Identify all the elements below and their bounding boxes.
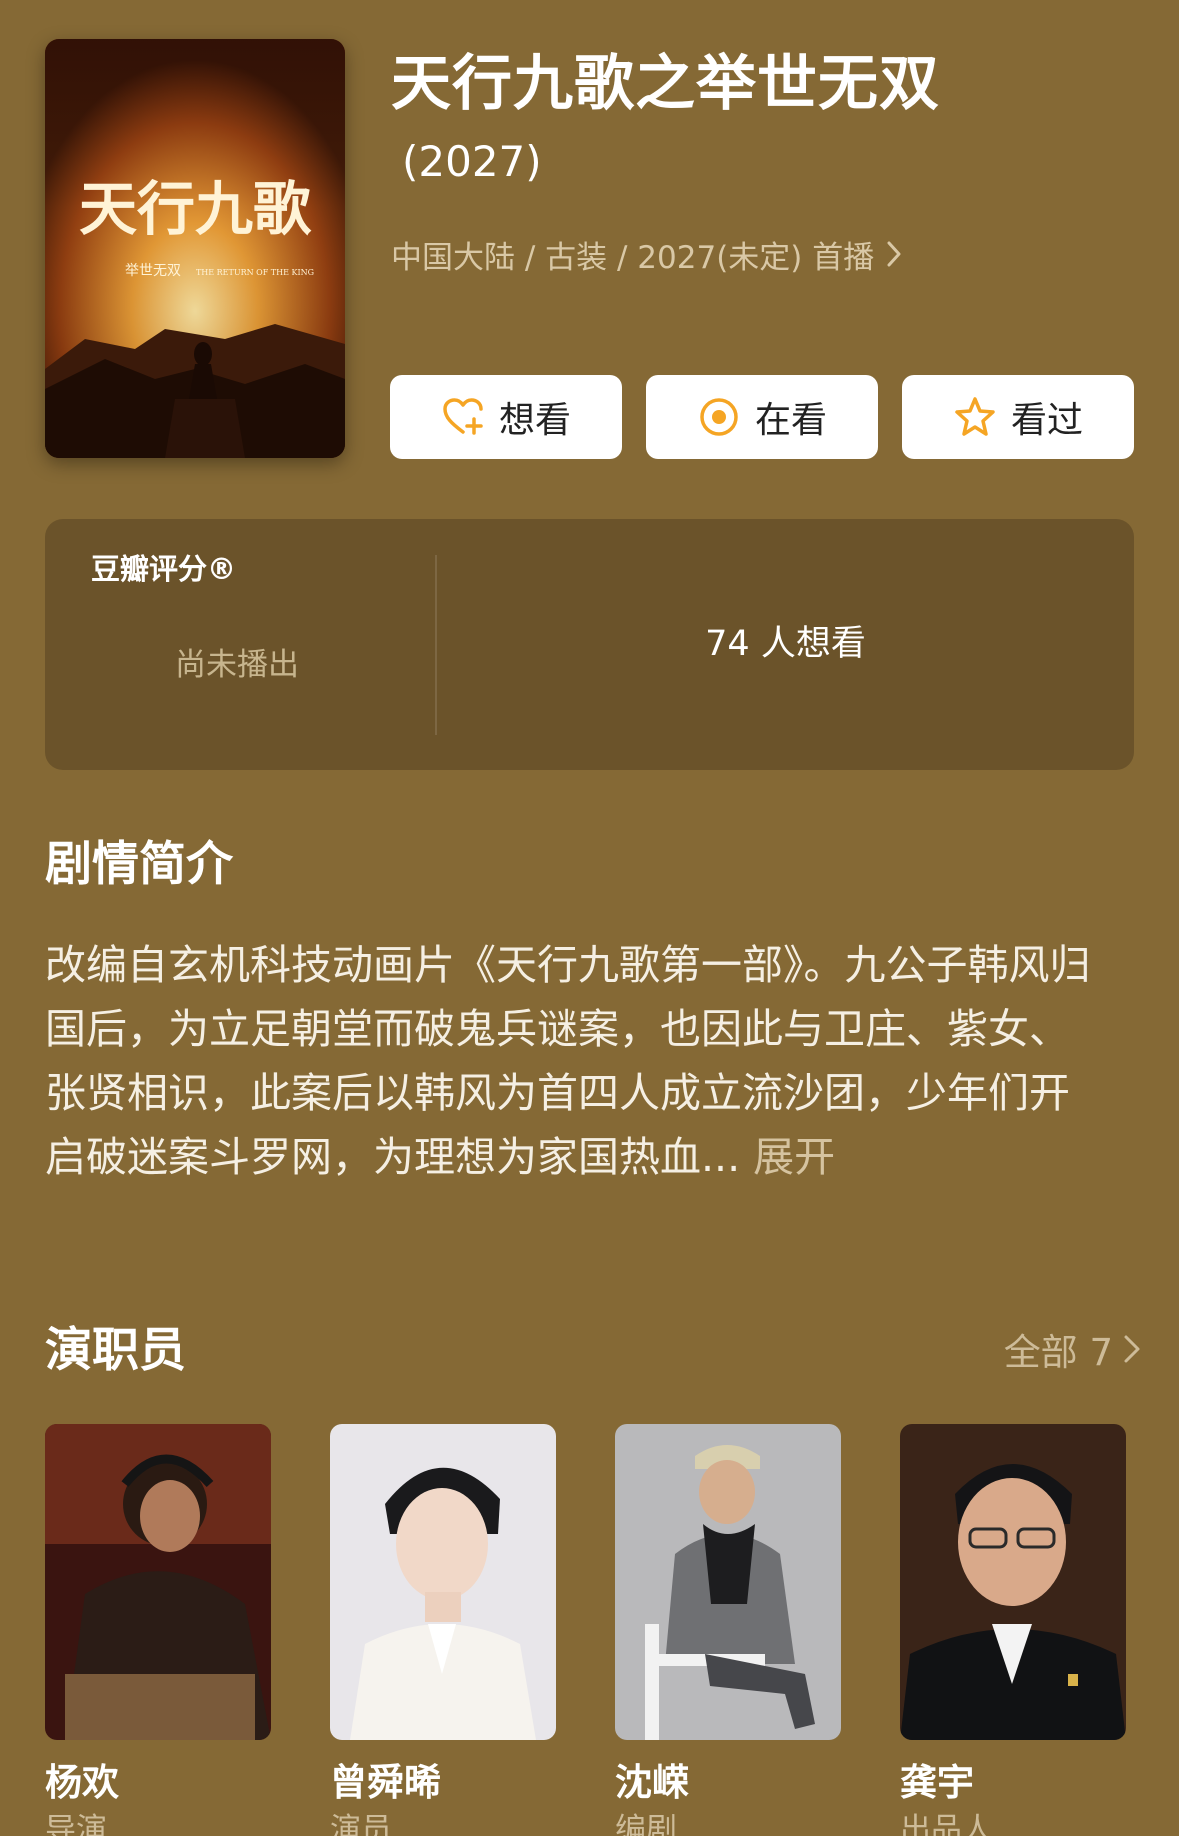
cast-role: 导演 <box>45 1812 107 1836</box>
show-meta-text: 中国大陆 / 古装 / 2027(未定) 首播 <box>391 240 875 276</box>
cast-card[interactable]: 杨欢 导演 <box>45 1424 271 1836</box>
cast-card[interactable]: 沈嵘 编剧 <box>615 1424 841 1836</box>
cast-photo <box>900 1424 1126 1740</box>
want-button[interactable]: 想看 <box>390 375 622 459</box>
synopsis-text: 改编自玄机科技动画片《天行九歌第一部》。九公子韩风归国后，为立足朝堂而破鬼兵谜案… <box>45 941 1091 1181</box>
cast-name: 沈嵘 <box>615 1761 689 1804</box>
chevron-right-icon <box>886 236 902 280</box>
show-poster[interactable]: 天行九歌 举世无双 THE RETURN OF THE KING <box>45 39 345 458</box>
cast-heading: 演职员 <box>45 1323 186 1378</box>
release-year: (2027) <box>402 137 542 186</box>
cast-role: 编剧 <box>615 1812 677 1836</box>
cast-card[interactable]: 曾舜晞 演员 <box>330 1424 556 1836</box>
svg-text:天行九歌: 天行九歌 <box>79 175 312 243</box>
cast-role: 出品人 <box>900 1812 993 1836</box>
cast-photo <box>615 1424 841 1740</box>
page-title: 天行九歌之举世无双 <box>391 49 940 119</box>
cast-name: 龚宇 <box>900 1761 974 1804</box>
svg-text:THE RETURN OF THE KING: THE RETURN OF THE KING <box>196 268 314 277</box>
all-cast-label: 全部 7 <box>1003 1331 1113 1374</box>
want-label: 想看 <box>498 400 571 441</box>
watched-button[interactable]: 看过 <box>902 375 1134 459</box>
watched-label: 看过 <box>1010 400 1083 441</box>
rating-card[interactable]: 豆瓣评分® 尚未播出 74 人想看 <box>45 519 1134 770</box>
synopsis-heading: 剧情简介 <box>45 837 233 892</box>
watching-label: 在看 <box>754 400 827 441</box>
cast-card[interactable]: 龚宇 出品人 <box>900 1424 1126 1836</box>
poster-image: 天行九歌 举世无双 THE RETURN OF THE KING <box>45 39 345 458</box>
cast-photo <box>45 1424 271 1740</box>
watching-button[interactable]: 在看 <box>646 375 878 459</box>
svg-text:举世无双: 举世无双 <box>125 263 181 279</box>
cast-name: 杨欢 <box>45 1761 119 1804</box>
rating-label: 豆瓣评分® <box>91 552 237 586</box>
all-cast-link[interactable]: 全部 7 <box>1004 1327 1141 1379</box>
chevron-right-icon <box>1123 1327 1141 1379</box>
target-dot-icon <box>697 395 741 439</box>
cast-photo <box>330 1424 556 1740</box>
show-meta-link[interactable]: 中国大陆 / 古装 / 2027(未定) 首播 <box>391 236 902 280</box>
cast-role: 演员 <box>330 1812 392 1836</box>
rating-status: 尚未播出 <box>175 647 299 683</box>
cast-name: 曾舜晞 <box>330 1761 441 1804</box>
want-count: 74 人想看 <box>705 624 866 664</box>
heart-plus-icon <box>441 395 485 439</box>
expand-link[interactable]: 展开 <box>753 1133 835 1181</box>
star-outline-icon <box>953 395 997 439</box>
synopsis-body[interactable]: 改编自玄机科技动画片《天行九歌第一部》。九公子韩风归国后，为立足朝堂而破鬼兵谜案… <box>45 933 1105 1189</box>
